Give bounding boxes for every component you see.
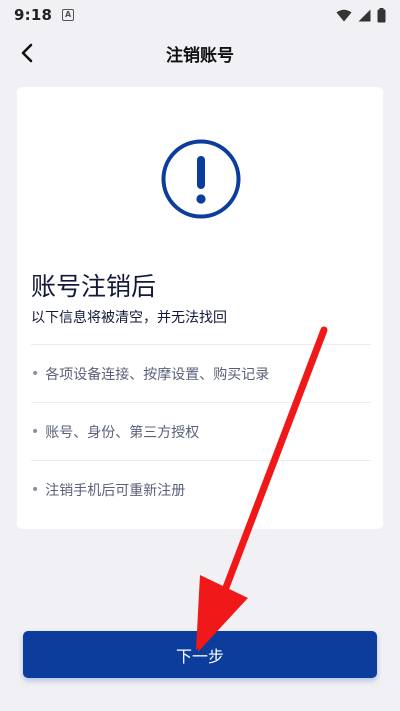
list-item: • 注销手机后可重新注册: [31, 460, 371, 518]
list-item: • 账号、身份、第三方授权: [31, 402, 371, 460]
status-bar: 9:18 A: [0, 0, 400, 30]
battery-icon: [377, 7, 386, 22]
info-card: 账号注销后 以下信息将被清空，并无法找回 • 各项设备连接、按摩设置、购买记录 …: [17, 87, 383, 529]
app-notification-icon: A: [62, 9, 75, 21]
list-item-text: 各项设备连接、按摩设置、购买记录: [45, 366, 270, 383]
list-item: • 各项设备连接、按摩设置、购买记录: [31, 344, 371, 402]
chevron-left-icon: [21, 43, 33, 63]
bullet-icon: •: [31, 481, 40, 498]
status-icons: [336, 7, 386, 23]
next-step-button[interactable]: 下一步: [23, 631, 377, 678]
bullet-icon: •: [31, 423, 40, 440]
card-subheading: 以下信息将被清空，并无法找回: [31, 310, 227, 326]
exclamation-circle-icon: [161, 139, 241, 219]
card-heading: 账号注销后: [31, 272, 157, 301]
list-item-text: 账号、身份、第三方授权: [45, 424, 200, 441]
list-item-text: 注销手机后可重新注册: [45, 482, 186, 499]
cleared-info-list: • 各项设备连接、按摩设置、购买记录 • 账号、身份、第三方授权 • 注销手机后…: [31, 344, 371, 518]
wifi-icon: [336, 9, 352, 21]
bullet-icon: •: [31, 365, 40, 382]
signal-icon: [358, 9, 371, 21]
status-time: 9:18: [14, 6, 53, 24]
back-button[interactable]: [10, 36, 44, 70]
nav-bar: 注销账号: [0, 30, 400, 76]
page-title: 注销账号: [166, 45, 234, 66]
